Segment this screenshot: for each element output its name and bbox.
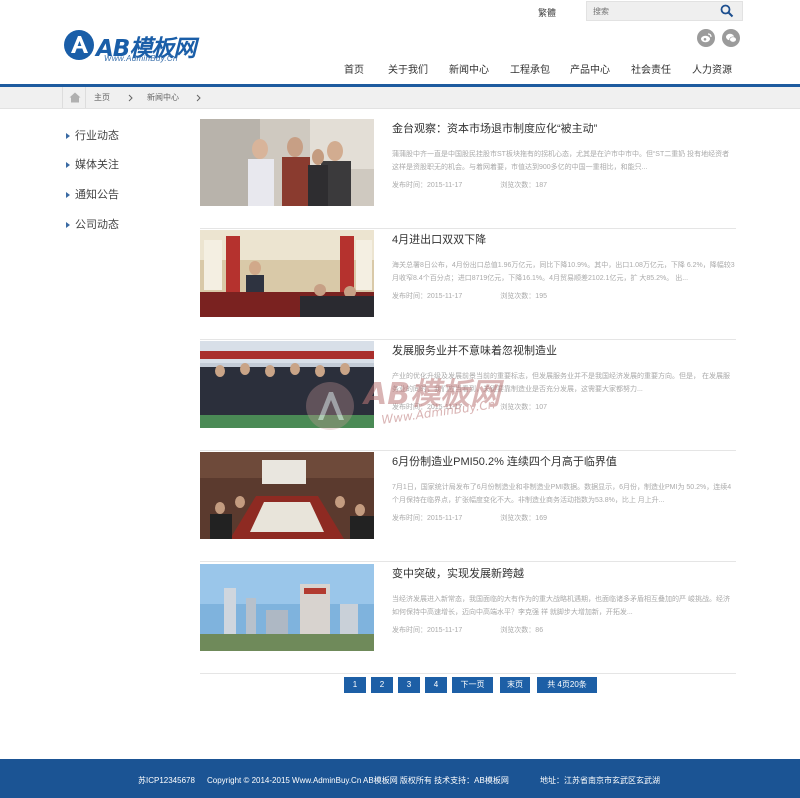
page-2-button[interactable]: 2: [371, 677, 393, 693]
news-meta: 发布时间：2015-11-17 浏览次数：169: [392, 513, 547, 523]
page-3-button[interactable]: 3: [398, 677, 420, 693]
news-summary: 海关总署8日公布，4月份出口总值1.96万亿元，同比下降10.9%。其中，出口1…: [392, 262, 735, 282]
copyright: Copyright © 2014-2015 Www.AdminBuy.Cn AB…: [207, 776, 509, 785]
news-summary: 产业的优化升级及发展前景当前的重要标志，但发展服务业并不是我国经济发展的重要方向…: [392, 373, 730, 393]
search-icon[interactable]: [720, 4, 734, 18]
wechat-icon[interactable]: [722, 29, 740, 47]
nav-item-engineering[interactable]: 工程承包: [510, 61, 550, 76]
address: 地址：江苏省南京市玄武区玄武湖: [540, 776, 660, 785]
sidebar-item-media[interactable]: 媒体关注: [66, 156, 119, 172]
sidebar-item-label: 行业动态: [75, 130, 119, 142]
last-page-button[interactable]: 末页: [500, 677, 530, 693]
news-thumbnail[interactable]: [200, 341, 374, 428]
news-thumbnail[interactable]: [200, 452, 374, 539]
home-icon: [69, 92, 81, 103]
breadcrumb: 主页 新闻中心: [0, 87, 800, 109]
next-page-button[interactable]: 下一页: [452, 677, 493, 693]
news-summary: 蒲蒲股中齐一直是中国股民挂股市ST板块拖有的拐机心态，尤其是在沪市中市中。但“S…: [392, 151, 730, 171]
publish-date: 发布时间：2015-11-17: [392, 404, 463, 411]
weibo-icon[interactable]: [697, 29, 715, 47]
news-summary: 7月1日，国家统计局发布了6月份制造业和非制造业PMI数据。数据显示，6月份，制…: [392, 484, 732, 504]
news-meta: 发布时间：2015-11-17 浏览次数：107: [392, 402, 547, 412]
view-count: 浏览次数：187: [500, 182, 547, 189]
triangle-right-icon: [66, 133, 70, 140]
icp-number: 苏ICP12345678: [138, 776, 195, 785]
triangle-right-icon: [66, 192, 70, 199]
home-crumb[interactable]: [62, 87, 86, 108]
logo-badge-icon: [64, 30, 94, 60]
news-item: 4月进出口双双下降 海关总署8日公布，4月份出口总值1.96万亿元，同比下降10…: [200, 230, 736, 340]
news-thumbnail[interactable]: [200, 119, 374, 206]
news-item: 6月份制造业PMI50.2% 连续四个月高于临界值 7月1日，国家统计局发布了6…: [200, 452, 736, 562]
publish-date: 发布时间：2015-11-17: [392, 627, 463, 634]
chevron-right-icon: [128, 94, 133, 102]
view-count: 浏览次数：107: [500, 404, 547, 411]
chevron-right-icon: [196, 94, 201, 102]
news-summary: 当经济发展进入新常态，我国面临的大有作为的重大战略机遇期，也面临诸多矛盾相互叠加…: [392, 596, 730, 616]
publish-date: 发布时间：2015-11-17: [392, 293, 463, 300]
sidebar-item-industry[interactable]: 行业动态: [66, 127, 119, 143]
page-4-button[interactable]: 4: [425, 677, 447, 693]
footer: 苏ICP12345678 Copyright © 2014-2015 Www.A…: [0, 759, 800, 798]
site-logo[interactable]: AB模板网 Www.AdminBuy.Cn: [62, 26, 202, 66]
news-title[interactable]: 6月份制造业PMI50.2% 连续四个月高于临界值: [392, 453, 617, 469]
search-box: [586, 1, 743, 21]
sidebar-item-company[interactable]: 公司动态: [66, 216, 119, 232]
news-title[interactable]: 变中突破，实现发展新跨越: [392, 565, 524, 581]
top-bar: 繁體: [0, 0, 800, 24]
triangle-right-icon: [66, 222, 70, 229]
nav-item-about[interactable]: 关于我们: [388, 61, 428, 76]
news-title[interactable]: 4月进出口双双下降: [392, 231, 486, 247]
news-item: 金台观察：资本市场退市制度应化“被主动” 蒲蒲股中齐一直是中国股民挂股市ST板块…: [200, 119, 736, 229]
news-title[interactable]: 金台观察：资本市场退市制度应化“被主动”: [392, 120, 597, 136]
news-title[interactable]: 发展服务业并不意味着忽视制造业: [392, 342, 557, 358]
page-total: 共 4页20条: [537, 677, 597, 693]
news-thumbnail[interactable]: [200, 564, 374, 651]
logo-subtitle: Www.AdminBuy.Cn: [104, 54, 178, 63]
page-1-button[interactable]: 1: [344, 677, 366, 693]
news-item: 发展服务业并不意味着忽视制造业 产业的优化升级及发展前景当前的重要标志，但发展服…: [200, 341, 736, 451]
nav-item-products[interactable]: 产品中心: [570, 61, 610, 76]
news-meta: 发布时间：2015-11-17 浏览次数：187: [392, 180, 547, 190]
news-thumbnail[interactable]: [200, 230, 374, 317]
nav-item-hr[interactable]: 人力资源: [692, 61, 732, 76]
sidebar-item-notice[interactable]: 通知公告: [66, 186, 119, 202]
view-count: 浏览次数：195: [500, 293, 547, 300]
view-count: 浏览次数：86: [500, 627, 544, 634]
news-meta: 发布时间：2015-11-17 浏览次数：86: [392, 625, 543, 635]
news-meta: 发布时间：2015-11-17 浏览次数：195: [392, 291, 547, 301]
breadcrumb-news[interactable]: 新闻中心: [147, 91, 179, 105]
nav-item-news[interactable]: 新闻中心: [449, 61, 489, 76]
search-input[interactable]: [593, 4, 713, 19]
view-count: 浏览次数：169: [500, 515, 547, 522]
publish-date: 发布时间：2015-11-17: [392, 515, 463, 522]
traditional-chinese-link[interactable]: 繁體: [538, 6, 556, 19]
nav-item-social-responsibility[interactable]: 社会责任: [631, 61, 671, 76]
sidebar-item-label: 媒体关注: [75, 159, 119, 171]
triangle-right-icon: [66, 162, 70, 169]
sidebar-item-label: 公司动态: [75, 219, 119, 231]
sidebar-item-label: 通知公告: [75, 189, 119, 201]
breadcrumb-home[interactable]: 主页: [94, 91, 110, 105]
news-item: 变中突破，实现发展新跨越 当经济发展进入新常态，我国面临的大有作为的重大战略机遇…: [200, 564, 736, 674]
nav-item-home[interactable]: 首页: [344, 61, 364, 76]
publish-date: 发布时间：2015-11-17: [392, 182, 463, 189]
